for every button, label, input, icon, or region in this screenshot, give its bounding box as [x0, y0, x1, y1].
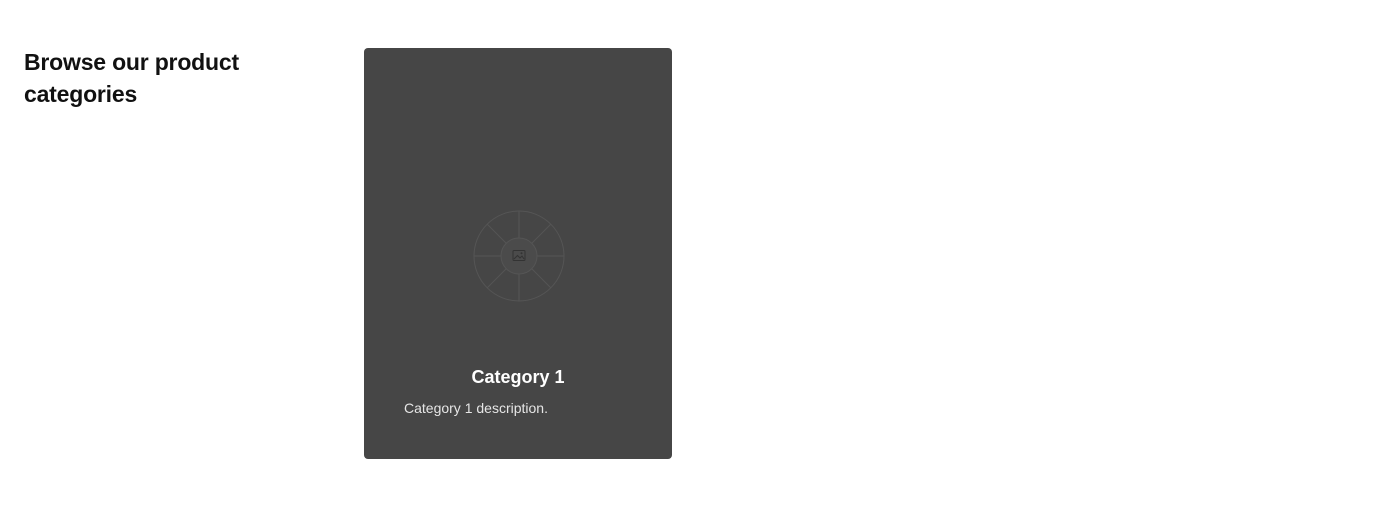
category-title: Category 1: [471, 367, 565, 387]
section-heading: Browse our product categories: [24, 49, 239, 107]
page: Browse our product categories Category 1…: [0, 0, 1376, 507]
image-placeholder-icon: [473, 210, 565, 302]
category-description: Category 1 description.: [404, 400, 548, 416]
category-card[interactable]: Category 1 Category 1 description.: [364, 48, 672, 459]
